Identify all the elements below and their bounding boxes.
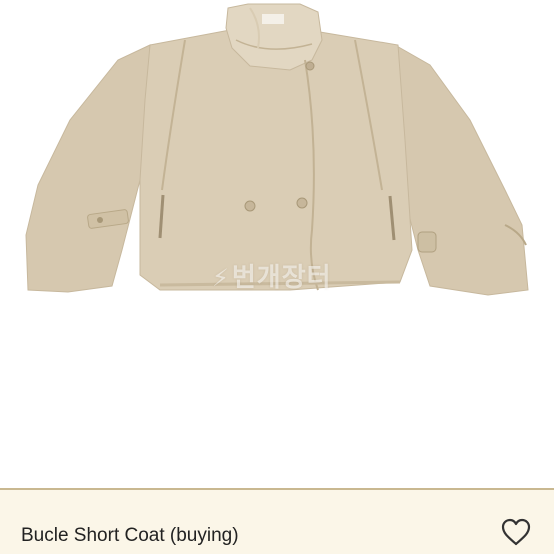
heart-outline-icon xyxy=(501,518,531,546)
coat-illustration xyxy=(25,3,529,296)
product-image[interactable]: ⚡번개장터 xyxy=(0,0,554,488)
watermark-text: 번개장터 xyxy=(231,263,332,293)
favorite-button[interactable] xyxy=(500,517,532,547)
bolt-icon: ⚡ xyxy=(212,264,230,292)
watermark-logo: ⚡번개장터 xyxy=(212,257,332,294)
product-title[interactable]: Bucle Short Coat (buying) xyxy=(21,525,239,547)
